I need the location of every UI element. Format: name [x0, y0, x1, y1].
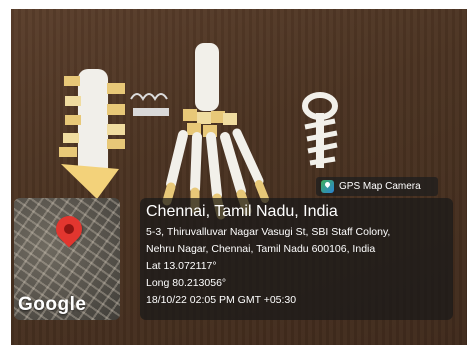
ribcage-model — [59, 69, 125, 199]
location-pin-icon — [50, 210, 88, 248]
address-line-2: Nehru Nagar, Chennai, Tamil Nadu 600106,… — [146, 243, 376, 255]
city-title: Chennai, Tamil Nadu, India — [146, 203, 338, 220]
location-info-panel: Chennai, Tamil Nadu, India 5-3, Thiruval… — [140, 198, 453, 320]
hand-model — [162, 43, 269, 220]
badge-label: GPS Map Camera — [339, 181, 421, 192]
timestamp: 18/10/22 02:05 PM GMT +05:30 — [146, 294, 297, 306]
map-thumbnail: Google — [14, 198, 120, 320]
longitude: Long 80.213056° — [146, 277, 227, 289]
spine-model — [302, 92, 338, 168]
gps-map-camera-badge: GPS Map Camera — [316, 177, 438, 196]
google-logo: Google — [18, 294, 87, 315]
map-camera-icon — [321, 180, 334, 193]
wire-coil — [130, 93, 169, 116]
latitude: Lat 13.072117° — [146, 260, 217, 272]
address-line-1: 5-3, Thiruvalluvar Nagar Vasugi St, SBI … — [146, 226, 391, 238]
